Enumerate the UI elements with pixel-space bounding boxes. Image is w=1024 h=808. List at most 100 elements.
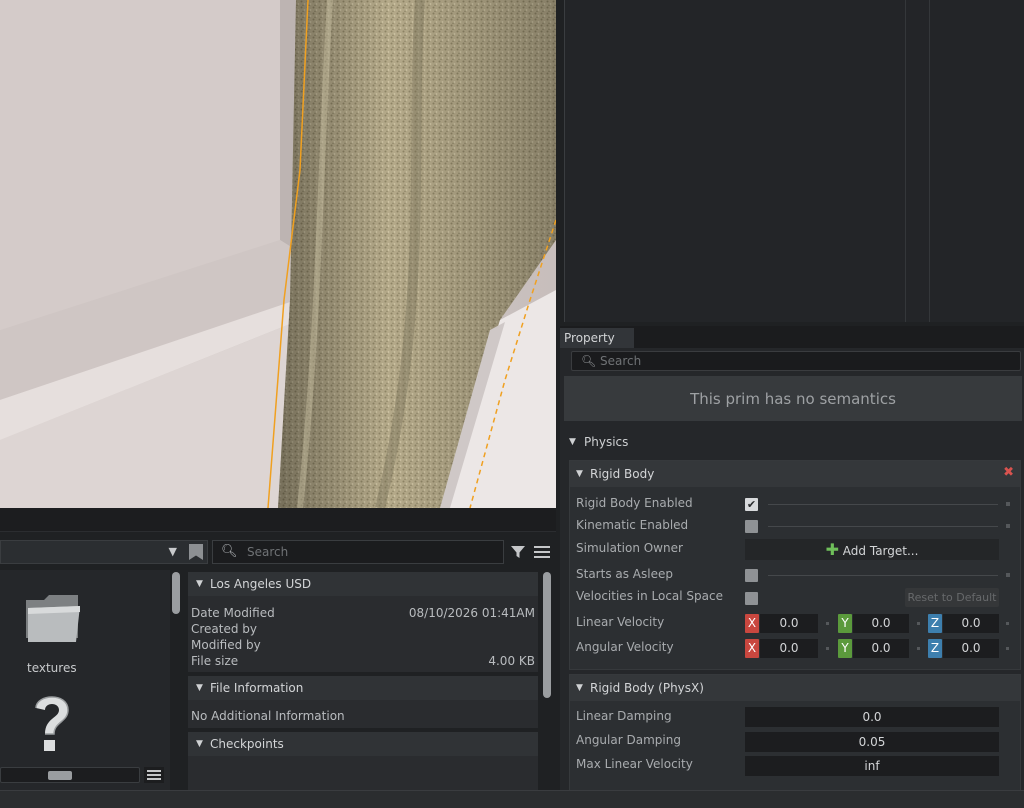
- add-target-button[interactable]: ✚ Add Target...: [745, 539, 999, 560]
- angular-velocity-label: Angular Velocity: [576, 640, 674, 654]
- simulation-owner-label: Simulation Owner: [576, 541, 683, 555]
- reset-to-default-button[interactable]: Reset to Default: [905, 588, 999, 607]
- browser-search-input[interactable]: 🔍︎ Search: [212, 540, 504, 564]
- modified-by-row: Modified by: [191, 638, 535, 652]
- slider-handle[interactable]: [1006, 502, 1010, 506]
- file-information-group: ▼ File Information No Additional Informa…: [188, 676, 538, 728]
- field-handle[interactable]: [1006, 622, 1009, 625]
- field-handle[interactable]: [826, 647, 829, 650]
- field-handle[interactable]: [826, 622, 829, 625]
- 3d-viewport[interactable]: [0, 0, 556, 508]
- angular-velocity-x-field[interactable]: 0.0: [760, 639, 818, 658]
- field-handle[interactable]: [917, 647, 920, 650]
- tab-property[interactable]: Property: [560, 328, 634, 348]
- rigid-body-physx-group: ▼ Rigid Body (PhysX) Linear Damping 0.0 …: [569, 674, 1021, 808]
- file-item-unknown[interactable]: [30, 690, 90, 760]
- velocities-local-space-checkbox[interactable]: [745, 592, 758, 605]
- created-by-label: Created by: [191, 622, 258, 636]
- rigid-body-header[interactable]: ▼ Rigid Body ✖: [570, 461, 1020, 487]
- slider-track: [768, 526, 998, 527]
- starts-as-asleep-label: Starts as Asleep: [576, 567, 673, 581]
- slider-track: [768, 504, 998, 505]
- file-information-header[interactable]: ▼ File Information: [188, 676, 538, 700]
- stage-panel: [564, 0, 1024, 322]
- modified-by-label: Modified by: [191, 638, 261, 652]
- created-by-row: Created by: [191, 622, 535, 636]
- thumbnail-size-slider[interactable]: [0, 767, 140, 783]
- y-axis-badge: Y: [838, 639, 852, 658]
- checkpoints-header[interactable]: ▼ Checkpoints: [188, 732, 538, 756]
- field-handle[interactable]: [1006, 647, 1009, 650]
- field-handle[interactable]: [917, 622, 920, 625]
- date-modified-label: Date Modified: [191, 606, 275, 620]
- file-size-row: File size 4.00 KB: [191, 654, 535, 668]
- filter-icon[interactable]: [510, 544, 526, 560]
- starts-as-asleep-checkbox[interactable]: [745, 569, 758, 582]
- linear-velocity-x-field[interactable]: 0.0: [760, 614, 818, 633]
- z-axis-badge: Z: [928, 639, 942, 658]
- kinematic-enabled-label: Kinematic Enabled: [576, 518, 689, 532]
- max-linear-velocity-field[interactable]: inf: [745, 756, 999, 776]
- no-info-row: No Additional Information: [191, 709, 345, 723]
- date-modified-value: 08/10/2026 01:41AM: [408, 606, 535, 620]
- x-axis-badge: X: [745, 639, 759, 658]
- content-browser: ▼ 🔍︎ Search textures ▼ Los Angeles USD D…: [0, 508, 556, 808]
- path-field[interactable]: ▼: [0, 540, 208, 564]
- file-size-value: 4.00 KB: [488, 654, 535, 668]
- physics-section-header[interactable]: ▼ Physics: [560, 428, 1024, 456]
- collapse-arrow-icon: ▼: [196, 683, 203, 693]
- rigid-body-group: ▼ Rigid Body ✖ Rigid Body Enabled ✔ Kine…: [569, 460, 1021, 670]
- plus-icon: ✚: [825, 540, 839, 559]
- file-name: textures: [27, 661, 77, 675]
- linear-velocity-y-field[interactable]: 0.0: [853, 614, 909, 633]
- linear-velocity-z-field[interactable]: 0.0: [943, 614, 999, 633]
- checkpoints-title: Checkpoints: [210, 737, 284, 751]
- slider-handle[interactable]: [1006, 573, 1010, 577]
- hamburger-menu-icon[interactable]: [534, 546, 550, 559]
- file-item-textures[interactable]: textures: [18, 590, 98, 675]
- folder-icon: [26, 595, 80, 642]
- angular-velocity-z-field[interactable]: 0.0: [943, 639, 999, 658]
- slider-handle[interactable]: [48, 771, 72, 780]
- rigid-body-enabled-label: Rigid Body Enabled: [576, 496, 693, 510]
- column-divider: [929, 0, 930, 322]
- file-grid-scrollbar[interactable]: [172, 572, 180, 614]
- physics-section-title: Physics: [584, 435, 629, 449]
- details-scrollbar[interactable]: [543, 572, 551, 698]
- column-divider: [905, 0, 906, 322]
- search-icon: 🔍︎: [581, 354, 597, 368]
- tab-strip: Property: [560, 326, 1024, 348]
- collapse-arrow-icon: ▼: [196, 739, 203, 749]
- slider-handle[interactable]: [1006, 524, 1010, 528]
- rigid-body-physx-header[interactable]: ▼ Rigid Body (PhysX): [570, 675, 1020, 701]
- file-summary-header[interactable]: ▼ Los Angeles USD: [188, 572, 538, 596]
- file-name-title: Los Angeles USD: [210, 577, 312, 591]
- linear-damping-field[interactable]: 0.0: [745, 707, 999, 727]
- file-information-title: File Information: [210, 681, 304, 695]
- dropdown-arrow-icon[interactable]: ▼: [169, 545, 177, 558]
- file-summary-group: ▼ Los Angeles USD Date Modified 08/10/20…: [188, 572, 538, 672]
- x-axis-badge: X: [745, 614, 759, 633]
- search-placeholder: Search: [600, 354, 642, 368]
- add-target-label: Add Target...: [842, 544, 919, 558]
- angular-damping-label: Angular Damping: [576, 733, 681, 747]
- kinematic-enabled-checkbox[interactable]: [745, 520, 758, 533]
- max-linear-velocity-label: Max Linear Velocity: [576, 757, 693, 771]
- y-axis-badge: Y: [838, 614, 852, 633]
- angular-velocity-y-field[interactable]: 0.0: [853, 639, 909, 658]
- collapse-arrow-icon: ▼: [569, 437, 576, 447]
- bookmark-icon[interactable]: [189, 544, 203, 560]
- file-size-label: File size: [191, 654, 239, 668]
- list-view-icon[interactable]: [144, 767, 164, 783]
- angular-damping-field[interactable]: 0.05: [745, 732, 999, 752]
- collapse-arrow-icon: ▼: [196, 579, 203, 589]
- question-mark-icon: [35, 696, 69, 751]
- rigid-body-enabled-checkbox[interactable]: ✔: [745, 498, 758, 511]
- collapse-arrow-icon: ▼: [576, 683, 583, 693]
- z-axis-badge: Z: [928, 614, 942, 633]
- file-grid: textures: [0, 570, 170, 792]
- property-search-input[interactable]: 🔍︎ Search: [571, 351, 1021, 371]
- semantics-message: This prim has no semantics: [564, 376, 1022, 421]
- search-placeholder: Search: [247, 545, 289, 559]
- remove-component-icon[interactable]: ✖: [1003, 465, 1014, 480]
